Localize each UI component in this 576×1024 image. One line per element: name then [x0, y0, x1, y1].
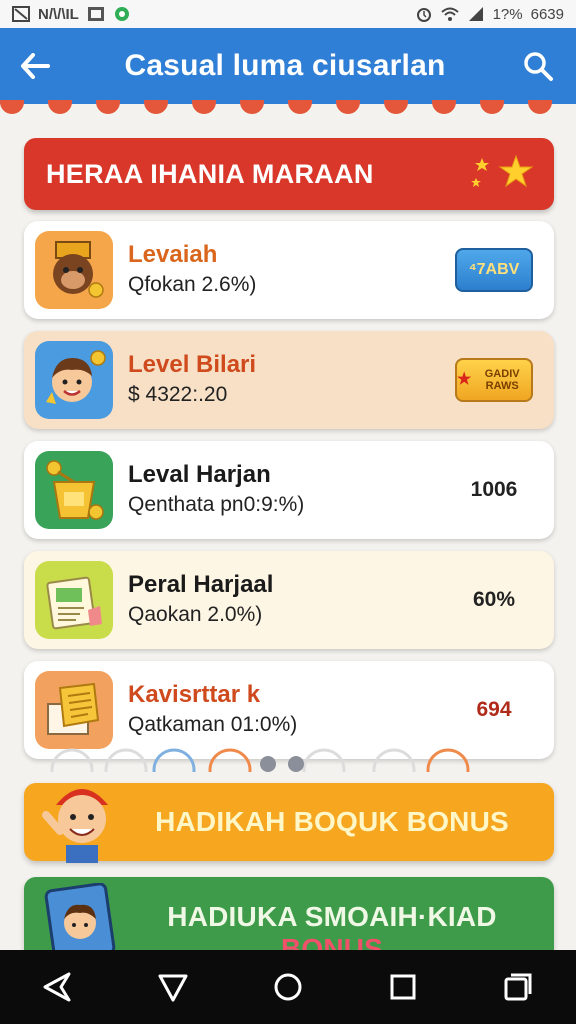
- alarm-icon: [416, 8, 431, 22]
- triangle-nav-icon: [158, 974, 188, 1002]
- item-thumbnail: [35, 671, 113, 749]
- item-value: 60%: [472, 588, 516, 611]
- battery-text: 1?%: [492, 5, 523, 23]
- item-thumbnail: [35, 451, 113, 529]
- character-icon: [42, 789, 108, 863]
- nav-triangle-button[interactable]: [145, 959, 201, 1015]
- item-subtitle: Qenthata pn0:9:%): [128, 493, 305, 516]
- item-value: 694: [476, 698, 512, 721]
- status-left-text: N/\/\IL: [38, 5, 79, 23]
- notification-icon: [12, 6, 30, 22]
- item-thumbnail: [35, 561, 113, 639]
- back-nav-icon: [43, 972, 71, 1002]
- search-button[interactable]: [500, 28, 576, 104]
- list-item[interactable]: Level Bilari $ 4322:.20 ★ GADIV RAWS: [24, 331, 554, 429]
- nav-switch-button[interactable]: [490, 959, 546, 1015]
- home-circle-icon: [274, 973, 302, 1001]
- wifi-icon: [440, 7, 459, 21]
- bonus-button-orange[interactable]: HADIKAH BOQUK BONUS: [24, 783, 554, 863]
- treasure-icon: [46, 460, 104, 520]
- list-item[interactable]: Kavisrttar k Qatkaman 01:0%) 694: [24, 661, 554, 759]
- signal-icon: [468, 7, 483, 21]
- bonus-label: HADIKAH BOQUK BONUS: [155, 806, 509, 837]
- list-item[interactable]: Levaiah Qfokan 2.6%) ⁴7ABV: [24, 221, 554, 319]
- boy-icon: [46, 350, 106, 404]
- header-banner: HERAA IHANIA MARAAN: [24, 138, 554, 210]
- nav-back-button[interactable]: [30, 959, 86, 1015]
- page-title: Casual luma ciusarlan: [124, 49, 446, 82]
- item-value: 1006: [470, 478, 518, 501]
- nav-home-button[interactable]: [260, 959, 316, 1015]
- stars-icon: [471, 154, 534, 188]
- item-subtitle: $ 4322:.20: [128, 383, 228, 406]
- recents-square-icon: [390, 974, 416, 1000]
- document-icon: [47, 682, 100, 735]
- page-indicator: [50, 748, 470, 772]
- monkey-icon: [53, 241, 104, 298]
- app-bar: Casual luma ciusarlan: [0, 28, 576, 104]
- item-title: Levaiah: [128, 241, 218, 268]
- item-title: Leval Harjan: [128, 461, 271, 488]
- system-nav-bar: [0, 950, 576, 1024]
- list-item[interactable]: Leval Harjan Qenthata pn0:9:%) 1006: [24, 441, 554, 539]
- item-title: Level Bilari: [128, 351, 257, 378]
- banner-title: HERAA IHANIA MARAAN: [46, 158, 374, 189]
- item-thumbnail: [35, 341, 113, 419]
- item-title: Kavisrttar k: [128, 681, 261, 708]
- badge-label: GADIV RAWS: [484, 368, 520, 392]
- item-subtitle: Qfokan 2.6%): [128, 273, 257, 296]
- item-title: Peral Harjaal: [128, 571, 274, 598]
- search-icon: [524, 52, 553, 81]
- app-icon: [114, 7, 129, 21]
- list-item[interactable]: Peral Harjaal Qaokan 2.0%) 60%: [24, 551, 554, 649]
- nav-recents-button[interactable]: [375, 959, 431, 1015]
- item-action-badge[interactable]: ★ GADIV RAWS: [455, 358, 533, 402]
- bonus-label-main: HADIUKA SMOAIH·KIAD: [167, 901, 497, 932]
- item-action-badge[interactable]: ⁴7ABV: [455, 248, 533, 292]
- switch-app-icon: [504, 973, 532, 1001]
- item-subtitle: Qatkaman 01:0%): [128, 713, 298, 736]
- clock: 6639: [530, 5, 564, 23]
- image-icon: [87, 7, 104, 21]
- ticket-icon: [46, 576, 102, 630]
- item-thumbnail: [35, 231, 113, 309]
- star-icon: ★: [457, 371, 472, 388]
- item-subtitle: Qaokan 2.0%): [128, 603, 263, 626]
- scallop-trim: [0, 100, 552, 114]
- arrow-left-icon: [21, 53, 50, 79]
- status-bar: N/\/\IL 1?% 6639: [0, 0, 576, 28]
- back-button[interactable]: [0, 28, 70, 104]
